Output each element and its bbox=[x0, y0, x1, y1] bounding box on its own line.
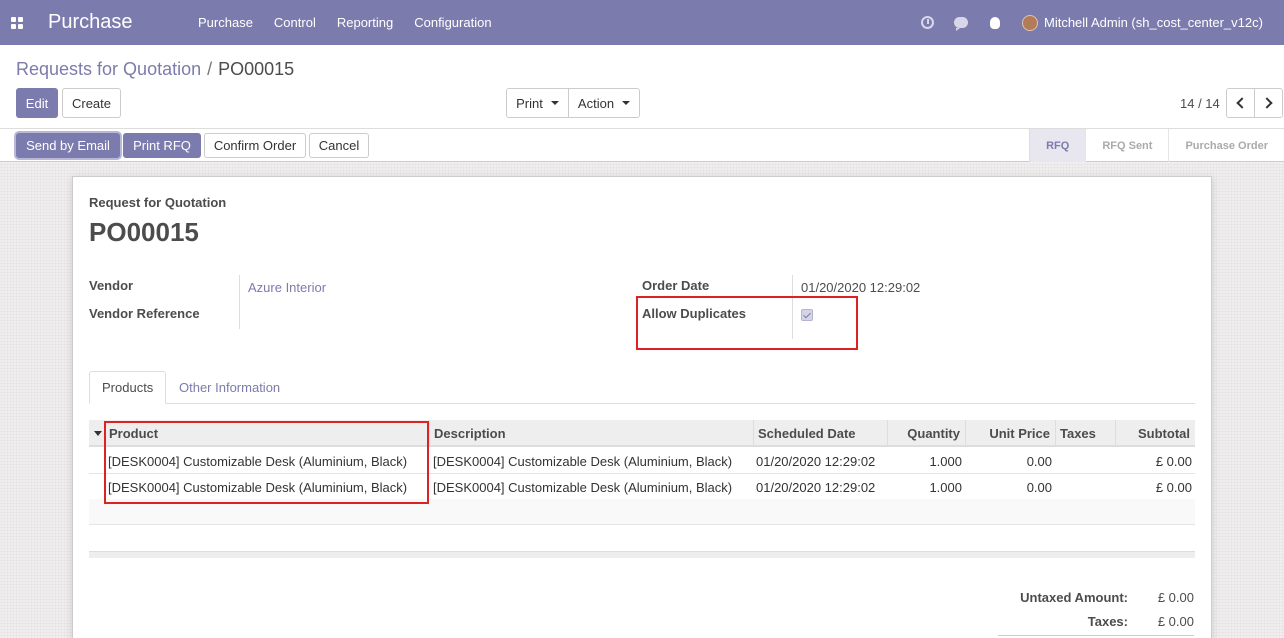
navbar-systray: Mitchell Admin (sh_cost_center_v12c) bbox=[920, 0, 1284, 45]
document-type-label: Request for Quotation bbox=[89, 195, 227, 210]
breadcrumb: Requests for Quotation / PO00015 bbox=[16, 59, 294, 80]
vendor-reference-field[interactable] bbox=[248, 306, 628, 324]
highlight-box-product-column bbox=[104, 421, 429, 504]
taxes-label: Taxes: bbox=[1087, 614, 1128, 629]
stage-purchase-order[interactable]: Purchase Order bbox=[1168, 129, 1284, 162]
sort-caret-icon[interactable] bbox=[94, 431, 102, 436]
control-panel: Requests for Quotation / PO00015 Edit Cr… bbox=[0, 45, 1284, 129]
pager-previous-button[interactable] bbox=[1226, 88, 1255, 118]
cell-taxes[interactable] bbox=[1055, 448, 1115, 474]
untaxed-amount-value: £ 0.00 bbox=[1157, 590, 1194, 605]
vendor-field[interactable]: Azure Interior bbox=[248, 280, 326, 295]
main-menu: Purchase Control Reporting Configuration bbox=[198, 15, 513, 30]
edit-button[interactable]: Edit bbox=[16, 88, 58, 118]
column-scheduled-date[interactable]: Scheduled Date bbox=[753, 420, 887, 447]
chevron-right-icon bbox=[1261, 97, 1273, 109]
action-label: Action bbox=[577, 95, 615, 111]
column-description[interactable]: Description bbox=[429, 420, 753, 447]
cell-unit-price[interactable]: 0.00 bbox=[965, 474, 1055, 500]
form-sheet: Request for Quotation PO00015 Vendor Azu… bbox=[72, 176, 1212, 638]
menu-item-configuration[interactable]: Configuration bbox=[414, 15, 491, 30]
menu-item-control[interactable]: Control bbox=[274, 15, 316, 30]
totals-divider bbox=[998, 635, 1194, 636]
breadcrumb-separator: / bbox=[207, 59, 213, 79]
cell-quantity[interactable]: 1.000 bbox=[887, 474, 965, 500]
column-quantity[interactable]: Quantity bbox=[887, 420, 965, 447]
send-by-email-button[interactable]: Send by Email bbox=[16, 133, 120, 158]
top-navbar: Purchase Purchase Control Reporting Conf… bbox=[0, 0, 1284, 45]
activity-clock-icon[interactable] bbox=[920, 16, 934, 30]
pager-value[interactable]: 14 / 14 bbox=[1180, 96, 1220, 111]
column-subtotal[interactable]: Subtotal bbox=[1115, 420, 1195, 447]
apps-menu-icon[interactable] bbox=[11, 16, 23, 29]
cell-description[interactable]: [DESK0004] Customizable Desk (Aluminium,… bbox=[430, 474, 753, 500]
print-rfq-button[interactable]: Print RFQ bbox=[123, 133, 201, 158]
field-divider bbox=[239, 275, 240, 329]
cell-subtotal: £ 0.00 bbox=[1155, 479, 1192, 495]
untaxed-amount-label: Untaxed Amount: bbox=[1020, 590, 1128, 605]
status-stages: RFQ RFQ Sent Purchase Order bbox=[1029, 129, 1284, 162]
stage-rfq-sent[interactable]: RFQ Sent bbox=[1085, 129, 1168, 162]
tab-products[interactable]: Products bbox=[89, 371, 167, 404]
highlight-box-allow-duplicates bbox=[636, 296, 858, 350]
create-button[interactable]: Create bbox=[62, 88, 121, 118]
debug-bug-icon[interactable] bbox=[988, 16, 1002, 30]
cell-quantity[interactable]: 1.000 bbox=[887, 448, 965, 474]
breadcrumb-rfq-link[interactable]: Requests for Quotation bbox=[16, 59, 201, 80]
document-name: PO00015 bbox=[89, 217, 199, 247]
app-brand: Purchase bbox=[48, 11, 133, 33]
avatar[interactable] bbox=[1022, 14, 1038, 31]
vendor-label: Vendor bbox=[89, 278, 134, 293]
tab-other-information[interactable]: Other Information bbox=[167, 371, 292, 404]
cell-taxes[interactable] bbox=[1055, 474, 1115, 500]
confirm-order-button[interactable]: Confirm Order bbox=[204, 133, 306, 158]
messaging-chat-icon[interactable] bbox=[954, 16, 968, 31]
taxes-value: £ 0.00 bbox=[1157, 614, 1194, 629]
cell-scheduled-date[interactable]: 01/20/2020 12:29:02 bbox=[753, 474, 887, 500]
user-menu[interactable]: Mitchell Admin (sh_cost_center_v12c) bbox=[1044, 15, 1284, 30]
cell-subtotal: £ 0.00 bbox=[1155, 453, 1192, 469]
action-dropdown[interactable]: Action bbox=[568, 88, 640, 118]
vendor-reference-label: Vendor Reference bbox=[89, 306, 200, 321]
print-dropdown[interactable]: Print bbox=[506, 88, 569, 118]
cell-scheduled-date[interactable]: 01/20/2020 12:29:02 bbox=[753, 448, 887, 474]
order-date-label: Order Date bbox=[642, 278, 710, 293]
order-date-field[interactable]: 01/20/2020 12:29:02 bbox=[801, 280, 920, 295]
pager-next-button[interactable] bbox=[1254, 88, 1283, 118]
breadcrumb-current: PO00015 bbox=[218, 59, 295, 79]
stage-rfq[interactable]: RFQ bbox=[1029, 129, 1086, 162]
chevron-left-icon bbox=[1236, 97, 1248, 109]
caret-down-icon bbox=[550, 101, 559, 105]
table-footer bbox=[89, 551, 1195, 558]
cell-description[interactable]: [DESK0004] Customizable Desk (Aluminium,… bbox=[430, 448, 753, 474]
print-label: Print bbox=[516, 95, 543, 111]
column-taxes[interactable]: Taxes bbox=[1055, 420, 1115, 447]
cancel-button[interactable]: Cancel bbox=[309, 133, 369, 158]
notebook-tabs: Products Other Information bbox=[89, 371, 1195, 404]
caret-down-icon bbox=[622, 101, 631, 105]
cell-unit-price[interactable]: 0.00 bbox=[965, 448, 1055, 474]
form-statusbar: Send by Email Print RFQ Confirm Order Ca… bbox=[0, 129, 1284, 162]
menu-item-reporting[interactable]: Reporting bbox=[337, 15, 393, 30]
column-unit-price[interactable]: Unit Price bbox=[965, 420, 1055, 447]
menu-item-purchase[interactable]: Purchase bbox=[198, 15, 253, 30]
